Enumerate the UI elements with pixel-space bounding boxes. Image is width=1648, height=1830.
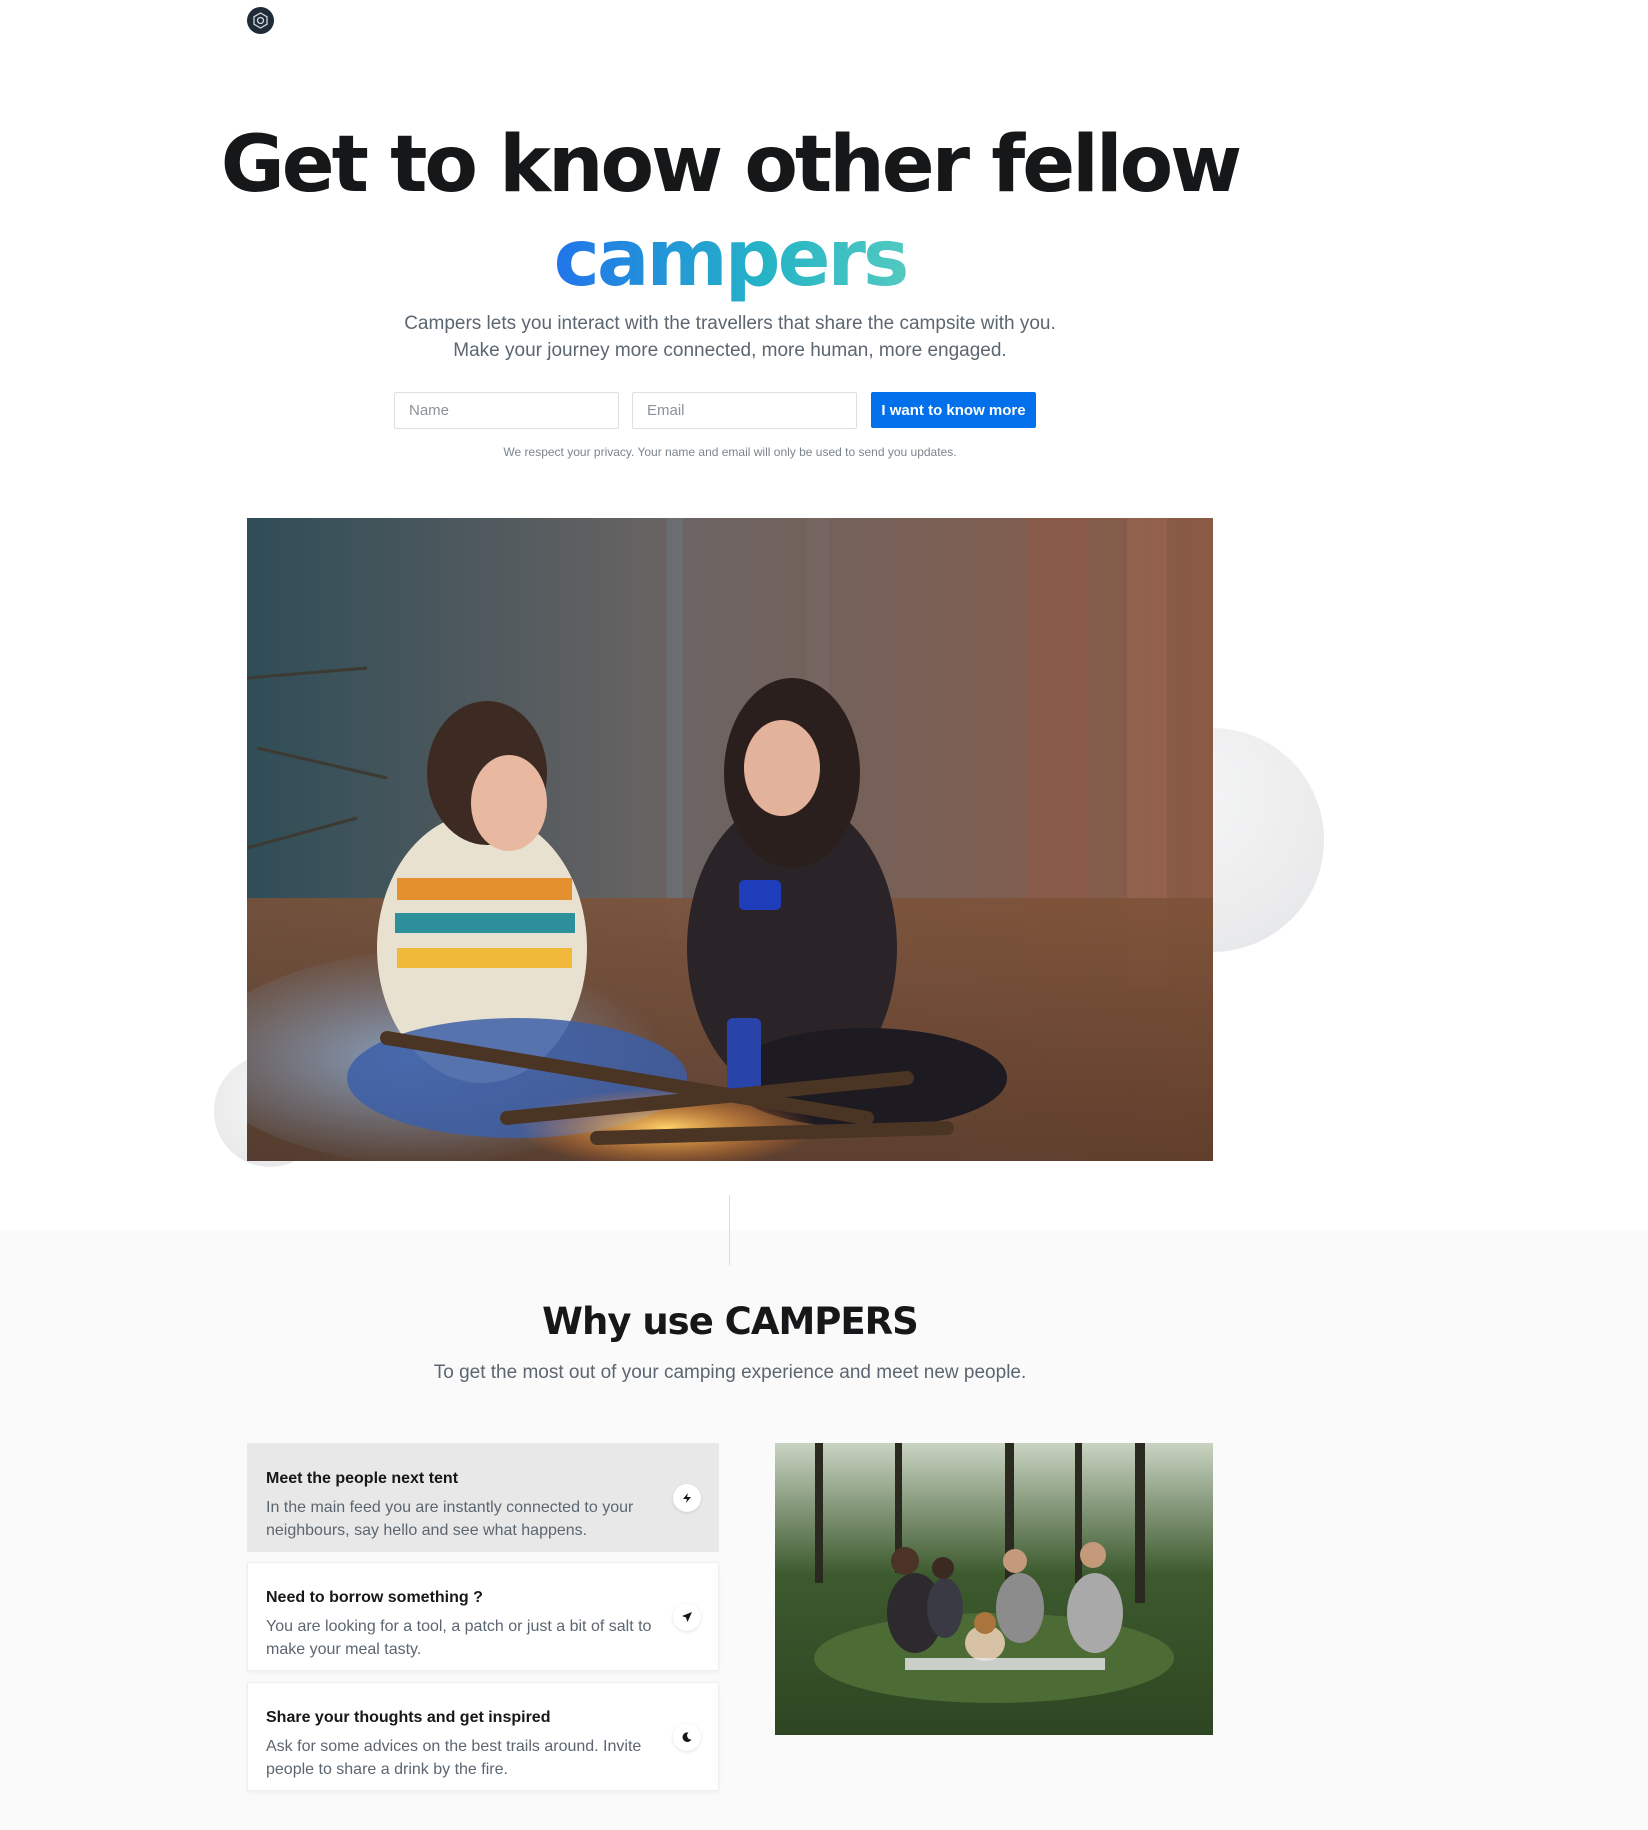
feature-group-image	[775, 1443, 1213, 1735]
feature-tab-meet-people[interactable]: Meet the people next tent In the main fe…	[247, 1443, 719, 1552]
hero-title: Get to know other fellow campers	[0, 118, 1460, 306]
lightning-icon	[673, 1484, 701, 1512]
features-subtitle: To get the most out of your camping expe…	[433, 1362, 1027, 1383]
know-more-button[interactable]: I want to know more	[871, 392, 1036, 428]
email-input[interactable]	[632, 392, 857, 429]
hero-subtitle-line-2: Make your journey more connected, more h…	[453, 340, 1007, 361]
features-title: Why use CAMPERS	[542, 1300, 919, 1343]
camp-logo-icon[interactable]	[247, 7, 274, 34]
signup-form: I want to know more	[394, 392, 1037, 429]
feature-tab-title: Need to borrow something ?	[266, 1589, 483, 1606]
section-divider	[729, 1195, 730, 1265]
feature-tab-title: Meet the people next tent	[266, 1470, 459, 1487]
hero-campfire-image	[247, 518, 1213, 1161]
name-input[interactable]	[394, 392, 619, 429]
feature-tab-borrow[interactable]: Need to borrow something ? You are looki…	[247, 1562, 719, 1671]
hero-title-line: Get to know other fellow	[220, 120, 1242, 210]
hero-subtitle-line-1: Campers lets you interact with the trave…	[404, 313, 1056, 334]
hero-title-accent: campers	[553, 214, 910, 304]
feature-tab-text: Ask for some advices on the best trails …	[266, 1738, 642, 1778]
privacy-note: We respect your privacy. Your name and e…	[503, 445, 957, 459]
feature-tab-share[interactable]: Share your thoughts and get inspired Ask…	[247, 1682, 719, 1791]
feature-tab-title: Share your thoughts and get inspired	[266, 1709, 551, 1726]
hero-subtitle: Campers lets you interact with the trave…	[0, 310, 1460, 364]
feature-tab-text: You are looking for a tool, a patch or j…	[266, 1618, 652, 1658]
feature-tab-text: In the main feed you are instantly conne…	[266, 1499, 634, 1539]
paper-plane-icon	[673, 1603, 701, 1631]
moon-icon	[673, 1723, 701, 1751]
